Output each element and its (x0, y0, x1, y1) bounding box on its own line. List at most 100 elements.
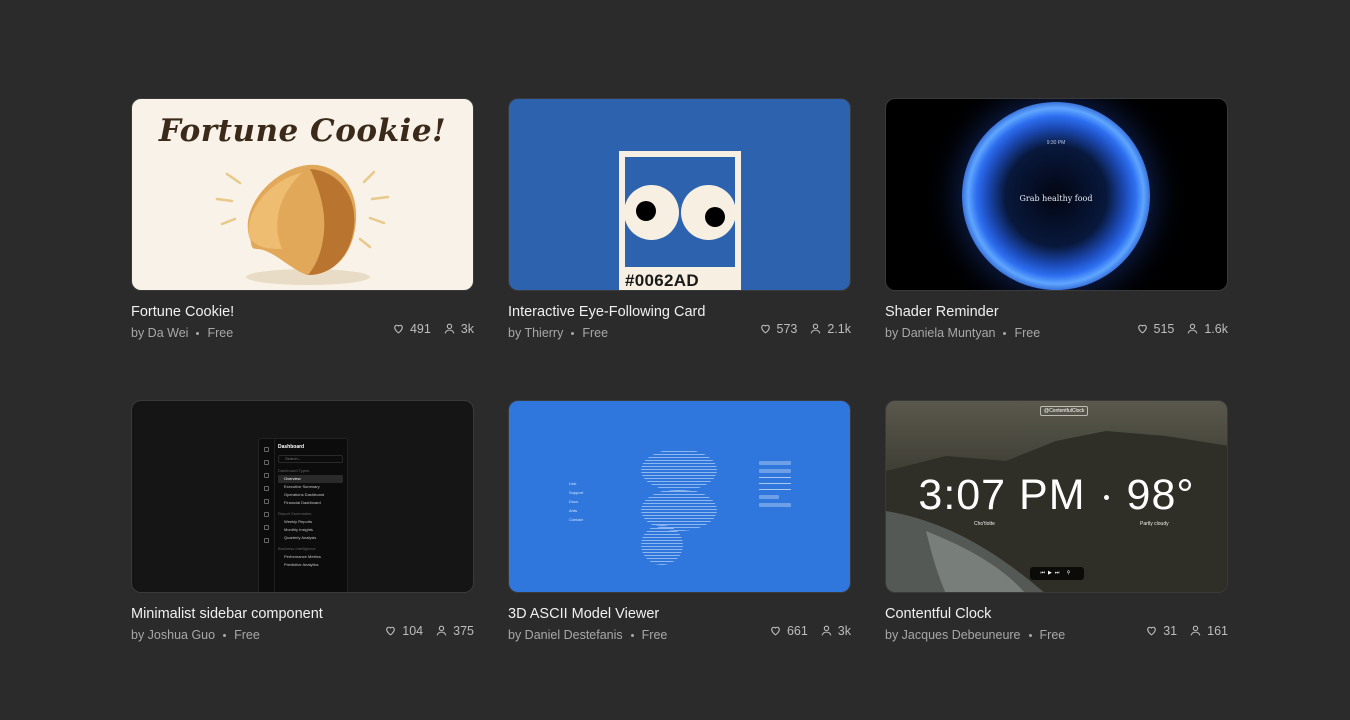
card-stats: 515 1.6k (1136, 303, 1228, 341)
user-icon (1188, 323, 1198, 334)
likes-count: 661 (786, 623, 808, 638)
separator-dot (1028, 634, 1032, 638)
users-count: 3k (460, 321, 474, 336)
card-byline: by Thierry Free (508, 325, 705, 341)
heart-icon (394, 324, 403, 334)
likes-count: 515 (1153, 321, 1175, 336)
user-icon (811, 323, 821, 334)
card-thumbnail[interactable]: Fortune Cookie! (131, 98, 474, 291)
component-gallery: Fortune Cookie! Fortune Cookie! by Da We… (131, 98, 1228, 643)
sidebar-item: Quarterly Analysis (284, 535, 317, 540)
heart-icon (386, 626, 396, 636)
sidebar-item: Operations Dashboard (284, 492, 325, 497)
left-pupil (636, 201, 656, 221)
card-thumbnail[interactable]: #0062AD (508, 98, 851, 291)
ascii-shape (641, 449, 717, 491)
clock-temp: 98° (1126, 471, 1195, 519)
separator-dot (1003, 332, 1007, 336)
author-name[interactable]: by Thierry (508, 326, 563, 340)
card-thumbnail[interactable]: Dashboard Search... Dashboard Types Over… (131, 400, 474, 593)
separator-dot (223, 634, 227, 638)
card-contentful-clock[interactable]: @ContentfulClock 3:07 PM 98° Cho'tlotte P… (885, 400, 1228, 643)
sidebar-item: Monthly Insights (284, 527, 313, 532)
sidebar-item: Overview (278, 475, 343, 483)
card-ascii-model-viewer[interactable]: Link Support Docs Ants Contact 3D ASCII … (508, 400, 851, 643)
likes-count: 104 (402, 623, 424, 638)
ascii-nav-item: Link (569, 481, 577, 486)
card-byline: by Jacques Debeuneure Free (885, 627, 1065, 643)
likes-stat: 661 (769, 618, 808, 643)
sidebar-main: Dashboard Search... Dashboard Types Over… (278, 444, 343, 569)
price-label: Free (207, 326, 234, 340)
sidebar-search: Search... (278, 455, 343, 463)
users-count: 2.1k (827, 321, 851, 336)
clock-time: 3:07 PM (918, 471, 1086, 519)
user-icon (436, 625, 447, 636)
orb-reminder-text: Grab healthy food (1019, 194, 1093, 203)
ascii-shape (641, 489, 717, 531)
price-label: Free (1014, 326, 1041, 340)
users-stat: 1.6k (1186, 316, 1228, 341)
card-title[interactable]: Fortune Cookie! (131, 303, 234, 321)
sidebar-section-label: Business Intelligence (278, 546, 316, 551)
heart-icon (771, 626, 780, 636)
card-stats: 661 3k (769, 605, 851, 643)
card-byline: by Daniel Destefanis Free (508, 627, 667, 643)
users-stat: 2.1k (809, 316, 851, 341)
shader-orb: 9:30 PM Grab healthy food (962, 102, 1150, 290)
card-title[interactable]: Shader Reminder (885, 303, 1040, 321)
ascii-nav-item: Ants (569, 508, 578, 513)
ascii-nav-item: Contact (569, 517, 583, 522)
card-shader-reminder[interactable]: 9:30 PM Grab healthy food Shader Reminde… (885, 98, 1228, 341)
sidebar-item: Performance Metrics (284, 554, 321, 559)
separator-dot (196, 332, 200, 336)
ascii-nav-item: Support (569, 490, 584, 495)
right-eye (681, 185, 736, 240)
users-count: 1.6k (1204, 321, 1228, 336)
price-label: Free (582, 326, 609, 340)
ascii-controls (759, 459, 791, 511)
author-name[interactable]: by Joshua Guo (131, 628, 215, 642)
author-name[interactable]: by Da Wei (131, 326, 188, 340)
author-name[interactable]: by Jacques Debeuneure (885, 628, 1021, 642)
heart-icon (760, 324, 770, 334)
card-fortune-cookie[interactable]: Fortune Cookie! Fortune Cookie! by Da We… (131, 98, 474, 341)
card-stats: 104 375 (384, 605, 474, 643)
card-byline: by Joshua Guo Free (131, 627, 323, 643)
card-thumbnail[interactable]: Link Support Docs Ants Contact (508, 400, 851, 593)
hex-code: #0062AD (625, 271, 699, 290)
author-name[interactable]: by Daniel Destefanis (508, 628, 623, 642)
orb-time: 9:30 PM (1046, 140, 1066, 146)
users-stat: 3k (820, 618, 851, 643)
user-icon (444, 323, 455, 334)
sidebar-item: Weekly Reports (284, 519, 313, 524)
user-icon (821, 625, 832, 636)
card-thumbnail[interactable]: @ContentfulClock 3:07 PM 98° Cho'tlotte P… (885, 400, 1228, 593)
author-name[interactable]: by Daniela Muntyan (885, 326, 995, 340)
card-eye-following[interactable]: #0062AD Interactive Eye-Following Card b… (508, 98, 851, 341)
right-pupil (705, 207, 725, 227)
swatch-color (624, 157, 736, 267)
sidebar-heading: Dashboard (278, 444, 305, 450)
fortune-cookie-illustration (215, 164, 390, 285)
card-title[interactable]: Interactive Eye-Following Card (508, 303, 705, 321)
card-title[interactable]: 3D ASCII Model Viewer (508, 605, 667, 623)
color-swatch-card: #0062AD (619, 151, 741, 290)
likes-count: 491 (409, 321, 431, 336)
separator-dot (630, 634, 634, 638)
card-title[interactable]: Minimalist sidebar component (131, 605, 323, 623)
sidebar-rail (259, 439, 275, 592)
left-eye (624, 185, 679, 240)
clock-weather: Partly cloudy (1140, 521, 1169, 527)
ascii-nav-item: Docs (569, 499, 579, 504)
ascii-shape (641, 525, 683, 565)
users-stat: 3k (443, 316, 474, 341)
media-controls: ⏮▶⏭ ⚲ (1030, 567, 1084, 580)
users-stat: 161 (1189, 618, 1228, 643)
card-byline: by Da Wei Free (131, 325, 234, 341)
clock-location: Cho'tlotte (974, 521, 995, 527)
card-stats: 31 161 (1145, 605, 1228, 643)
card-title[interactable]: Contentful Clock (885, 605, 1065, 623)
card-thumbnail[interactable]: 9:30 PM Grab healthy food (885, 98, 1228, 291)
card-minimalist-sidebar[interactable]: Dashboard Search... Dashboard Types Over… (131, 400, 474, 643)
